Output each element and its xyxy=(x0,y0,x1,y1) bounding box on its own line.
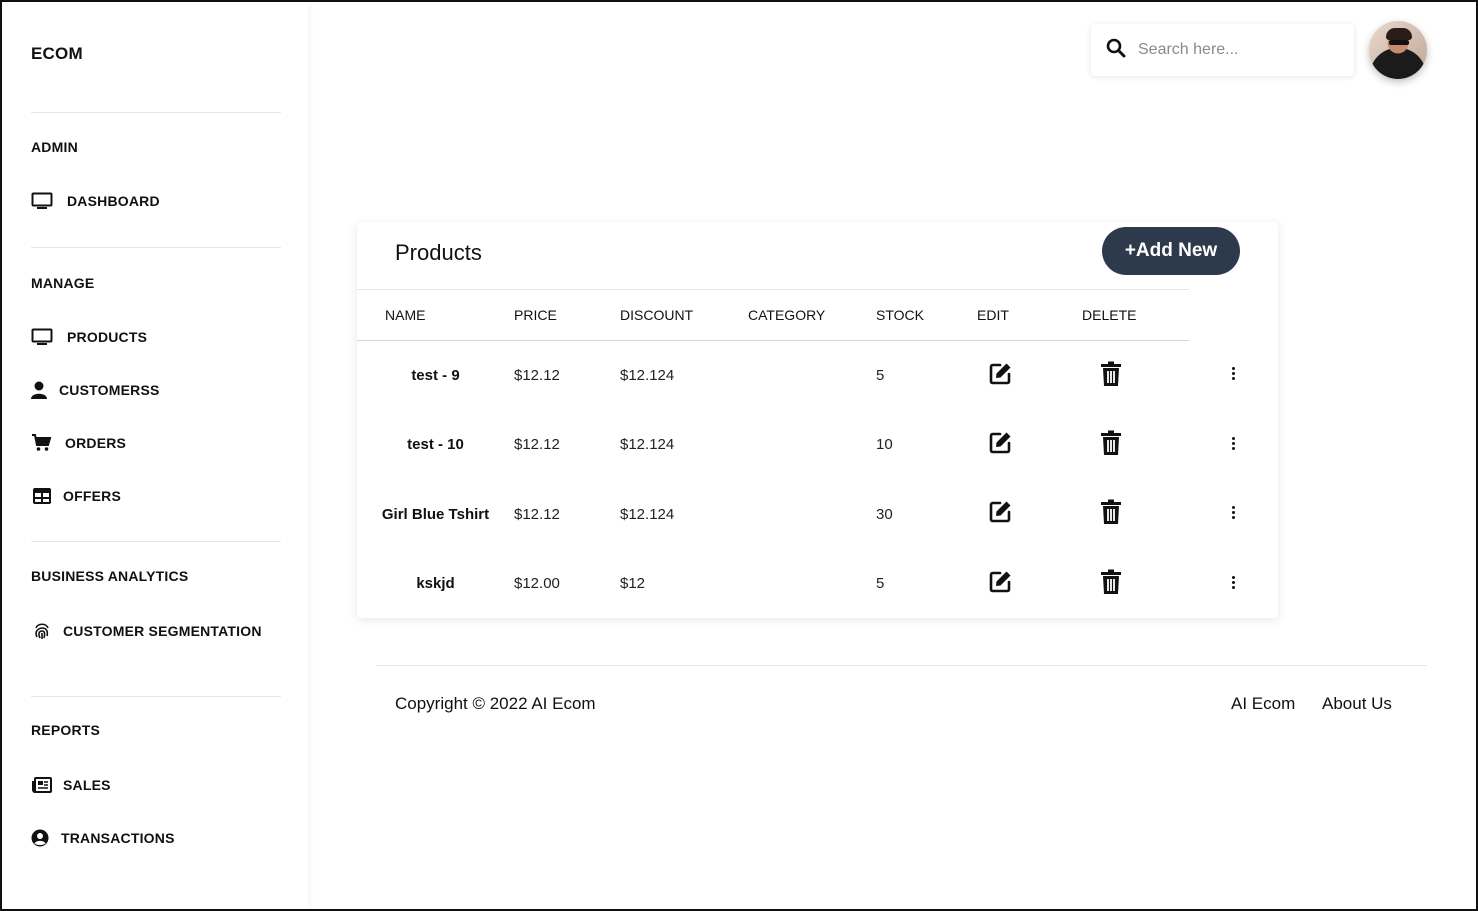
brand-logo[interactable]: ECOM xyxy=(31,44,83,64)
table-row: test - 10 $12.12 $12.124 10 xyxy=(357,410,1189,480)
product-category xyxy=(748,480,876,550)
product-stock: 5 xyxy=(876,575,885,593)
search-box xyxy=(1091,24,1354,76)
footer-link-about-us[interactable]: About Us xyxy=(1322,694,1392,714)
sidebar-item-dashboard[interactable]: DASHBOARD xyxy=(31,191,160,211)
avatar-hair xyxy=(1386,28,1412,40)
section-title-manage: MANAGE xyxy=(31,275,95,291)
product-price: $12.12 xyxy=(514,505,560,523)
sidebar-item-sales[interactable]: SALES xyxy=(31,775,111,795)
search-icon[interactable] xyxy=(1106,38,1126,63)
more-options-icon[interactable] xyxy=(1230,436,1236,450)
table-row: test - 9 $12.12 $12.124 5 xyxy=(357,341,1189,411)
trash-icon[interactable] xyxy=(1100,569,1122,595)
sidebar-item-transactions[interactable]: TRANSACTIONS xyxy=(31,828,175,848)
trash-icon[interactable] xyxy=(1100,430,1122,456)
footer-link-ai-ecom[interactable]: AI Ecom xyxy=(1231,694,1295,714)
column-header-discount[interactable]: DISCOUNT xyxy=(620,289,748,341)
table-row: Girl Blue Tshirt $12.12 $12.124 30 xyxy=(357,480,1189,550)
monitor-icon xyxy=(31,191,53,211)
product-discount: $12.124 xyxy=(620,436,675,454)
column-header-edit: EDIT xyxy=(977,289,1082,341)
product-stock: 30 xyxy=(876,505,893,523)
more-options-icon[interactable] xyxy=(1230,367,1236,380)
trash-icon[interactable] xyxy=(1100,499,1122,525)
sidebar-item-label: ORDERS xyxy=(65,435,127,451)
product-price: $12.12 xyxy=(514,436,560,454)
column-header-price[interactable]: PRICE xyxy=(514,289,620,341)
product-discount: $12.124 xyxy=(620,367,675,384)
section-title-admin: ADMIN xyxy=(31,139,78,155)
sidebar-item-label: PRODUCTS xyxy=(67,329,148,345)
monitor-icon xyxy=(31,327,53,347)
avatar[interactable] xyxy=(1369,21,1427,79)
column-header-name[interactable]: NAME xyxy=(357,289,514,341)
product-stock: 10 xyxy=(876,436,893,454)
edit-icon[interactable] xyxy=(987,361,1013,387)
edit-icon[interactable] xyxy=(987,430,1013,456)
sidebar-item-products[interactable]: PRODUCTS xyxy=(31,327,147,347)
product-price: $12.12 xyxy=(514,367,560,384)
sidebar-item-label: OFFERS xyxy=(63,488,121,504)
product-name: test - 10 xyxy=(407,436,464,454)
product-name: test - 9 xyxy=(411,367,460,384)
divider xyxy=(31,112,281,113)
edit-icon[interactable] xyxy=(987,569,1013,595)
section-title-reports: REPORTS xyxy=(31,722,101,738)
product-category xyxy=(748,549,876,619)
product-name: Girl Blue Tshirt xyxy=(381,505,490,523)
sidebar-item-customers[interactable]: CUSTOMERSS xyxy=(31,380,160,400)
divider xyxy=(31,696,281,697)
sidebar-item-customer-segmentation[interactable]: CUSTOMER SEGMENTATION xyxy=(31,621,262,641)
column-header-category[interactable]: CATEGORY xyxy=(748,289,876,341)
fingerprint-icon xyxy=(31,621,53,641)
more-options-icon[interactable] xyxy=(1230,506,1236,519)
trash-icon[interactable] xyxy=(1100,361,1122,387)
sidebar-item-label: SALES xyxy=(63,777,111,793)
divider xyxy=(31,247,281,248)
add-new-button[interactable]: +Add New xyxy=(1102,227,1240,275)
product-category xyxy=(748,341,876,411)
sidebar-item-label: DASHBOARD xyxy=(67,193,160,209)
footer-divider xyxy=(376,665,1427,666)
column-header-stock[interactable]: STOCK xyxy=(876,289,977,341)
product-discount: $12.124 xyxy=(620,505,675,523)
user-icon xyxy=(31,380,47,400)
sidebar: ECOM ADMIN DASHBOARD MANAGE PRODUCTS CUS… xyxy=(2,2,308,909)
product-discount: $12 xyxy=(620,575,646,593)
more-options-icon[interactable] xyxy=(1230,575,1236,589)
page-title: Products xyxy=(395,240,482,265)
table-grid-icon xyxy=(31,486,53,506)
product-name: kskjd xyxy=(416,575,455,593)
sidebar-item-label: TRANSACTIONS xyxy=(61,830,175,846)
section-title-business-analytics: BUSINESS ANALYTICS xyxy=(31,568,189,584)
table-row: kskjd $12.00 $12 5 xyxy=(357,549,1189,619)
table-header-row: NAME PRICE DISCOUNT CATEGORY STOCK EDIT … xyxy=(357,289,1189,341)
search-input[interactable] xyxy=(1138,41,1328,59)
product-category xyxy=(748,410,876,480)
newspaper-icon xyxy=(31,775,53,795)
copyright-text: Copyright © 2022 AI Ecom xyxy=(395,694,596,713)
sidebar-item-offers[interactable]: OFFERS xyxy=(31,486,121,506)
column-header-delete: DELETE xyxy=(1082,289,1189,341)
sidebar-item-label: CUSTOMERSS xyxy=(59,382,160,398)
product-price: $12.00 xyxy=(514,575,560,593)
products-card: Products +Add New NAME PRICE DISCOUNT CA… xyxy=(357,222,1278,618)
edit-icon[interactable] xyxy=(987,499,1013,525)
products-table: NAME PRICE DISCOUNT CATEGORY STOCK EDIT … xyxy=(357,289,1189,619)
product-stock: 5 xyxy=(876,367,885,384)
cart-icon xyxy=(31,433,53,453)
divider xyxy=(31,541,281,542)
avatar-glasses xyxy=(1389,40,1409,45)
sidebar-item-label: CUSTOMER SEGMENTATION xyxy=(63,623,262,639)
user-circle-icon xyxy=(31,828,49,848)
sidebar-item-orders[interactable]: ORDERS xyxy=(31,433,126,453)
